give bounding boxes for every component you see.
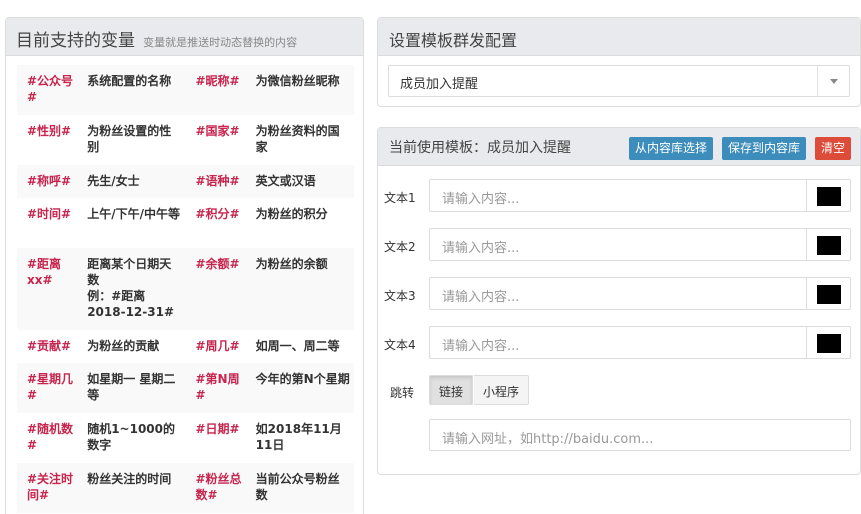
- template-panel: 当前使用模板：成员加入提醒 从内容库选择 保存到内容库 清空 文本1 请输入内容…: [377, 127, 861, 475]
- template-select-value: 成员加入提醒: [400, 77, 479, 92]
- variable-desc: 为粉丝的贡献: [81, 330, 186, 363]
- variable-code: #粉丝总数#: [185, 463, 250, 513]
- table-row: #关注时间# 粉丝关注的时间 #粉丝总数# 当前公众号粉丝数: [17, 463, 354, 513]
- template-panel-header: 当前使用模板：成员加入提醒 从内容库选择 保存到内容库 清空: [378, 128, 860, 166]
- template-panel-title: 当前使用模板：成员加入提醒: [389, 140, 571, 156]
- variable-desc: 今年的第N个星期: [249, 363, 354, 413]
- color-picker[interactable]: [806, 326, 851, 359]
- table-row: #贡献# 为粉丝的贡献 #周几# 如周一、周二等: [17, 330, 354, 363]
- variable-code: #关注时间#: [17, 463, 82, 513]
- config-panel-title: 设置模板群发配置: [378, 18, 860, 56]
- color-swatch: [817, 236, 841, 255]
- text-field-row: 文本1 请输入内容...: [378, 179, 861, 213]
- text-field-input[interactable]: 请输入内容...: [429, 277, 807, 310]
- text-field-label: 文本2: [384, 240, 416, 254]
- variable-desc: 为粉丝的余额: [249, 248, 354, 330]
- color-swatch: [817, 187, 841, 206]
- save-to-library-button[interactable]: 保存到内容库: [722, 137, 807, 160]
- color-picker[interactable]: [806, 228, 851, 261]
- variables-panel: 目前支持的变量 变量就是推送时动态替换的内容 #公众号# 系统配置的名称 #昵称…: [5, 17, 364, 514]
- variable-desc: 英文或汉语: [249, 165, 354, 198]
- variable-code: #日期#: [185, 413, 250, 463]
- table-row: #时间# 上午/下午/中午等 #积分# 为粉丝的积分: [17, 198, 354, 248]
- variable-desc: 如星期一 星期二等: [81, 363, 186, 413]
- variable-desc: 当前公众号粉丝数: [249, 463, 354, 513]
- jump-label: 跳转: [390, 386, 415, 400]
- table-row: #性别# 为粉丝设置的性别 #国家# 为粉丝资料的国家: [17, 115, 354, 165]
- url-input[interactable]: 请输入网址，如http://baidu.com...: [429, 419, 851, 451]
- color-swatch: [817, 334, 841, 353]
- text-field-input[interactable]: 请输入内容...: [429, 326, 807, 359]
- table-row: #公众号# 系统配置的名称 #昵称# 为微信粉丝昵称: [17, 65, 354, 115]
- variable-desc: 系统配置的名称: [81, 65, 186, 115]
- variable-desc: 为粉丝资料的国家: [249, 115, 354, 165]
- variable-code: #周几#: [185, 330, 250, 363]
- chevron-down-icon: [829, 78, 838, 84]
- variables-panel-header: 目前支持的变量 变量就是推送时动态替换的内容: [6, 18, 363, 56]
- variable-desc: 粉丝关注的时间: [81, 463, 186, 513]
- color-picker[interactable]: [806, 277, 851, 310]
- variable-desc: 如2018年11月11日: [249, 413, 354, 463]
- jump-link-button[interactable]: 链接: [429, 375, 474, 405]
- variables-panel-title: 目前支持的变量: [16, 31, 135, 51]
- text-field-label: 文本3: [384, 289, 416, 303]
- text-field-label: 文本4: [384, 338, 416, 352]
- text-field-input[interactable]: 请输入内容...: [429, 228, 807, 261]
- color-swatch: [817, 285, 841, 304]
- variable-code: #时间#: [17, 198, 82, 248]
- variable-desc-line: 距离某个日期天数: [87, 257, 172, 287]
- select-from-library-button[interactable]: 从内容库选择: [629, 137, 714, 160]
- clear-button[interactable]: 清空: [815, 137, 852, 160]
- variable-code: #昵称#: [185, 65, 250, 115]
- variable-desc: 为粉丝设置的性别: [81, 115, 186, 165]
- variables-table: #公众号# 系统配置的名称 #昵称# 为微信粉丝昵称 #性别# 为粉丝设置的性别…: [17, 65, 354, 513]
- variable-code: #随机数#: [17, 413, 82, 463]
- variable-desc: 随机1~1000的数字: [81, 413, 186, 463]
- variable-desc: 如周一、周二等: [249, 330, 354, 363]
- text-field-row: 文本2 请输入内容...: [378, 228, 861, 262]
- text-field-label: 文本1: [384, 191, 416, 205]
- variable-code: #余额#: [185, 248, 250, 330]
- variable-code: #星期几#: [17, 363, 82, 413]
- table-row: #星期几# 如星期一 星期二等 #第N周# 今年的第N个星期: [17, 363, 354, 413]
- text-field-input[interactable]: 请输入内容...: [429, 179, 807, 212]
- variable-desc: 为微信粉丝昵称: [249, 65, 354, 115]
- variable-code: #性别#: [17, 115, 82, 165]
- variable-code: #距离xx#: [17, 248, 82, 330]
- variable-code: #语种#: [185, 165, 250, 198]
- table-row: #称呼# 先生/女士 #语种# 英文或汉语: [17, 165, 354, 198]
- variable-desc-example: 例：#距离2018-12-31#: [87, 289, 174, 319]
- jump-miniprogram-button[interactable]: 小程序: [474, 375, 530, 405]
- variable-desc: 距离某个日期天数 例：#距离2018-12-31#: [81, 248, 186, 330]
- table-row: #随机数# 随机1~1000的数字 #日期# 如2018年11月11日: [17, 413, 354, 463]
- template-select-toggle[interactable]: [817, 66, 849, 96]
- variable-code: #公众号#: [17, 65, 82, 115]
- color-picker[interactable]: [806, 179, 851, 212]
- variable-code: #积分#: [185, 198, 250, 248]
- variable-code: #第N周#: [185, 363, 250, 413]
- variable-desc: 先生/女士: [81, 165, 186, 198]
- text-field-row: 文本4 请输入内容...: [378, 326, 861, 360]
- config-panel: 设置模板群发配置 成员加入提醒: [377, 17, 861, 107]
- variable-code: #贡献#: [17, 330, 82, 363]
- template-select[interactable]: 成员加入提醒: [388, 65, 850, 97]
- table-row: #距离xx# 距离某个日期天数 例：#距离2018-12-31# #余额# 为粉…: [17, 248, 354, 330]
- variable-code: #称呼#: [17, 165, 82, 198]
- variable-code: #国家#: [185, 115, 250, 165]
- text-field-row: 文本3 请输入内容...: [378, 277, 861, 311]
- jump-row: 跳转 链接 小程序: [378, 375, 861, 407]
- variables-panel-subtitle: 变量就是推送时动态替换的内容: [143, 36, 298, 49]
- variable-desc: 上午/下午/中午等: [81, 198, 186, 248]
- variable-desc: 为粉丝的积分: [249, 198, 354, 248]
